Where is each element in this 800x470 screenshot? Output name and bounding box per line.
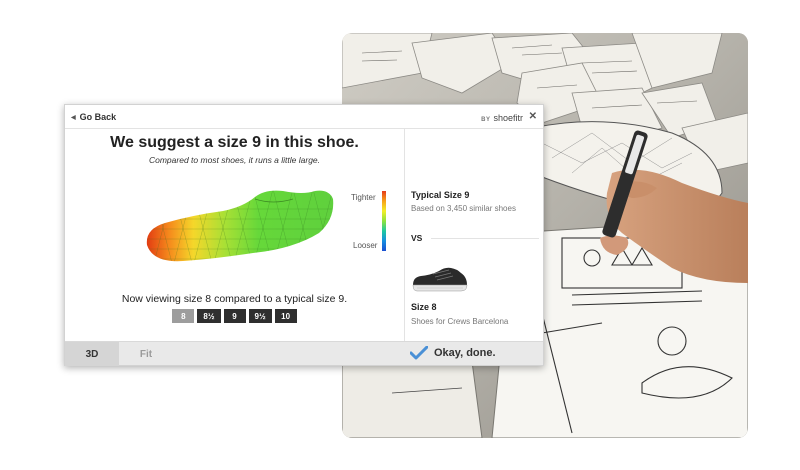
go-back-label: Go Back	[79, 112, 117, 122]
back-triangle-icon: ◀	[71, 114, 76, 121]
size-button-10[interactable]: 10	[274, 309, 297, 323]
page: ◀ Go Back BY shoefitr ✕ We suggest a siz…	[0, 0, 800, 470]
scale-label-looser: Looser	[353, 241, 378, 250]
typical-size-subtitle: Based on 3,450 similar shoes	[411, 204, 516, 213]
page-title: We suggest a size 9 in this shoe.	[110, 134, 359, 151]
size-button-9[interactable]: 9	[223, 309, 246, 323]
brand-logo: BY shoefitr	[481, 113, 523, 123]
shoe-heatmap-3d[interactable]	[143, 189, 343, 267]
brand-by: BY	[481, 117, 491, 123]
okay-done-button[interactable]: Okay, done.	[410, 346, 496, 360]
vs-divider	[431, 238, 539, 239]
fit-visualization-panel: We suggest a size 9 in this shoe. Compar…	[65, 129, 404, 341]
fit-color-scale	[382, 191, 386, 251]
widget-header: ◀ Go Back BY shoefitr ✕	[65, 105, 543, 129]
vs-label: VS	[411, 233, 423, 243]
size-button-8-5[interactable]: 8½	[197, 309, 221, 323]
viewing-caption: Now viewing size 8 compared to a typical…	[121, 293, 348, 305]
tab-3d[interactable]: 3D	[65, 342, 119, 366]
compared-size-title: Size 8	[411, 302, 437, 312]
compared-shoe-name: Shoes for Crews Barcelona	[411, 317, 509, 326]
size-button-9-5[interactable]: 9½	[248, 309, 272, 323]
close-icon[interactable]: ✕	[529, 111, 537, 122]
widget-footer: 3D Fit Okay, done.	[65, 341, 543, 366]
checkmark-icon	[410, 346, 428, 360]
size-selector: 8 8½ 9 9½ 10	[65, 309, 404, 323]
brand-name: shoefitr	[493, 113, 523, 123]
size-recommendation-widget: ◀ Go Back BY shoefitr ✕ We suggest a siz…	[64, 104, 544, 366]
fit-subtitle: Compared to most shoes, it runs a little…	[148, 155, 321, 165]
scale-label-tighter: Tighter	[351, 193, 376, 202]
tab-fit[interactable]: Fit	[119, 342, 173, 366]
size-button-8[interactable]: 8	[172, 309, 195, 323]
comparison-sidebar: Typical Size 9 Based on 3,450 similar sh…	[404, 129, 543, 341]
go-back-button[interactable]: ◀ Go Back	[71, 112, 116, 122]
okay-done-label: Okay, done.	[434, 347, 496, 359]
typical-size-title: Typical Size 9	[411, 190, 470, 200]
sneaker-thumbnail	[412, 267, 468, 292]
